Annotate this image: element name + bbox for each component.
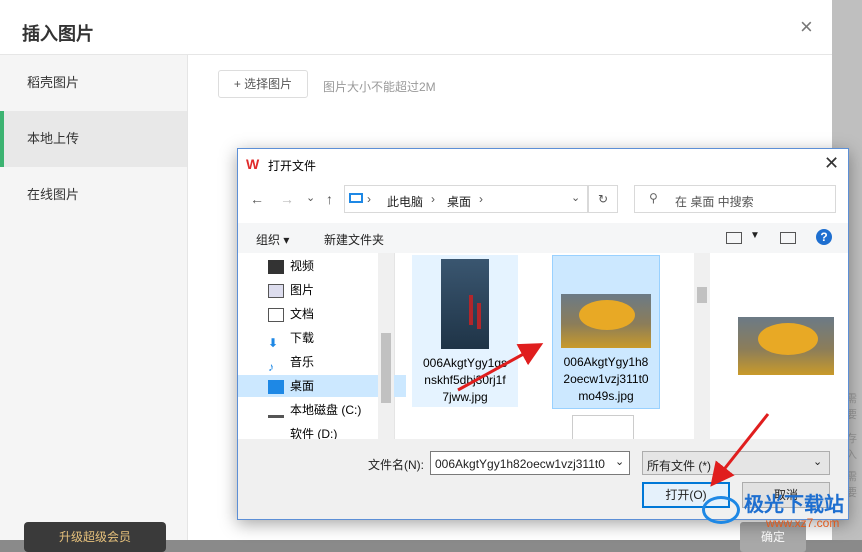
watermark-url: www.xz7.com [766, 516, 840, 530]
logo-icon [702, 496, 740, 524]
red-arrow-icon [457, 343, 544, 392]
annotation-arrows [457, 343, 770, 487]
watermark-text: 极光下载站 [744, 494, 844, 516]
red-arrow-icon [710, 413, 770, 487]
